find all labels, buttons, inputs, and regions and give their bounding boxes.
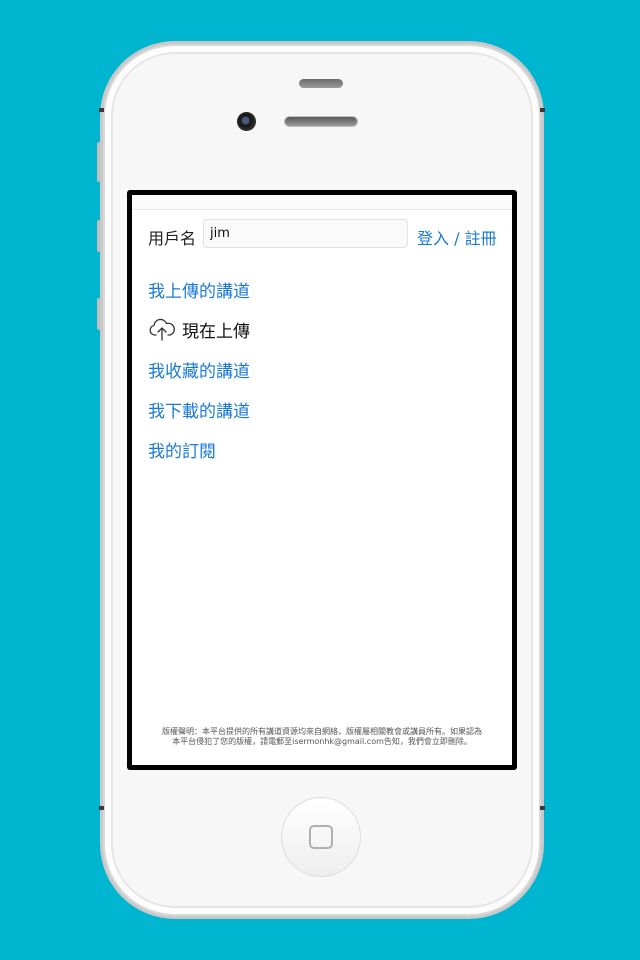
menu-item-my-favorites[interactable]: 我收藏的講道	[148, 349, 488, 389]
copyright-disclaimer: 版權聲明：本平台提供的所有講道資源均來自網絡，版權屬相關教會或講員所有。如果認為…	[150, 727, 494, 747]
disclaimer-line: 本平台侵犯了您的版權，請電郵至isermonhk@gmail.com告知，我們會…	[172, 737, 472, 746]
home-square-icon	[309, 825, 333, 849]
menu-item-my-subscriptions[interactable]: 我的訂閱	[148, 429, 488, 469]
menu-item-upload-now[interactable]: 現在上傳	[148, 309, 488, 349]
antenna-band	[99, 108, 104, 112]
username-label: 用戶名	[148, 229, 197, 248]
menu-list: 我上傳的講道 現在上傳 我收藏的講道 我下載的講道 我的訂閱	[148, 269, 488, 469]
menu-item-my-uploads[interactable]: 我上傳的講道	[148, 269, 488, 309]
antenna-band	[540, 108, 545, 112]
disclaimer-line: 版權聲明：本平台提供的所有講道資源均來自網絡，版權屬相關教會或講員所有。如果認為	[162, 727, 482, 736]
username-input[interactable]	[203, 219, 408, 248]
phone-screen: 用戶名 登入 / 註冊 我上傳的講道 現在上傳 我收藏的講道 我下載的講道 我的…	[127, 190, 517, 770]
status-bar	[132, 195, 512, 210]
login-register-link[interactable]: 登入 / 註冊	[417, 225, 497, 249]
proximity-sensor	[299, 79, 343, 88]
earpiece-speaker	[284, 116, 358, 127]
cloud-upload-icon	[149, 318, 175, 341]
login-row: 用戶名 登入 / 註冊	[148, 219, 498, 249]
front-camera	[237, 112, 256, 131]
home-button[interactable]	[281, 797, 361, 877]
menu-item-label: 現在上傳	[182, 321, 250, 342]
app-viewport: 用戶名 登入 / 註冊 我上傳的講道 現在上傳 我收藏的講道 我下載的講道 我的…	[132, 195, 512, 765]
antenna-band	[540, 806, 545, 810]
menu-item-my-downloads[interactable]: 我下載的講道	[148, 389, 488, 429]
antenna-band	[99, 806, 104, 810]
